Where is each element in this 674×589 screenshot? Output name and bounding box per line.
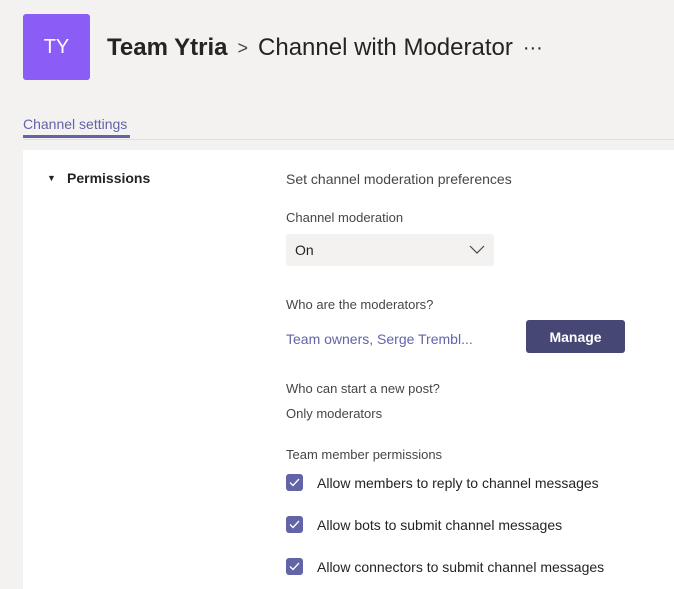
manage-button[interactable]: Manage <box>526 320 625 353</box>
moderators-link[interactable]: Team owners, Serge Trembl... <box>286 331 473 347</box>
moderators-label: Who are the moderators? <box>286 297 434 312</box>
checkbox-label: Allow connectors to submit channel messa… <box>317 558 605 575</box>
team-name[interactable]: Team Ytria <box>107 34 228 62</box>
checkbox-checked-icon[interactable] <box>286 516 303 533</box>
tab-channel-settings[interactable]: Channel settings <box>23 116 127 132</box>
checkbox-allow-bots[interactable]: Allow bots to submit channel messages <box>286 516 562 533</box>
checkbox-checked-icon[interactable] <box>286 558 303 575</box>
checkbox-allow-members-reply[interactable]: Allow members to reply to channel messag… <box>286 474 599 491</box>
new-post-label: Who can start a new post? <box>286 381 440 396</box>
active-tab-indicator <box>23 135 130 138</box>
checkbox-checked-icon[interactable] <box>286 474 303 491</box>
team-avatar: TY <box>23 14 90 80</box>
moderation-label: Channel moderation <box>286 210 404 225</box>
collapse-caret-icon[interactable]: ▼ <box>47 173 56 183</box>
divider <box>23 139 674 140</box>
chevron-right-icon: > <box>237 37 249 58</box>
channel-name: Channel with Moderator <box>258 34 513 61</box>
breadcrumb: Team Ytria > Channel with Moderator ··· <box>107 34 543 62</box>
checkbox-allow-connectors[interactable]: Allow connectors to submit channel messa… <box>286 558 604 575</box>
member-permissions-label: Team member permissions <box>286 447 443 462</box>
channel-moderation-dropdown[interactable]: On <box>286 234 494 266</box>
section-title-permissions[interactable]: Permissions <box>67 170 150 186</box>
chevron-down-icon <box>469 245 485 254</box>
checkbox-label: Allow members to reply to channel messag… <box>317 474 599 491</box>
section-heading: Set channel moderation preferences <box>286 171 512 187</box>
more-options-icon[interactable]: ··· <box>523 37 543 60</box>
new-post-value: Only moderators <box>286 406 383 421</box>
checkbox-label: Allow bots to submit channel messages <box>317 516 563 533</box>
dropdown-value: On <box>295 242 314 258</box>
